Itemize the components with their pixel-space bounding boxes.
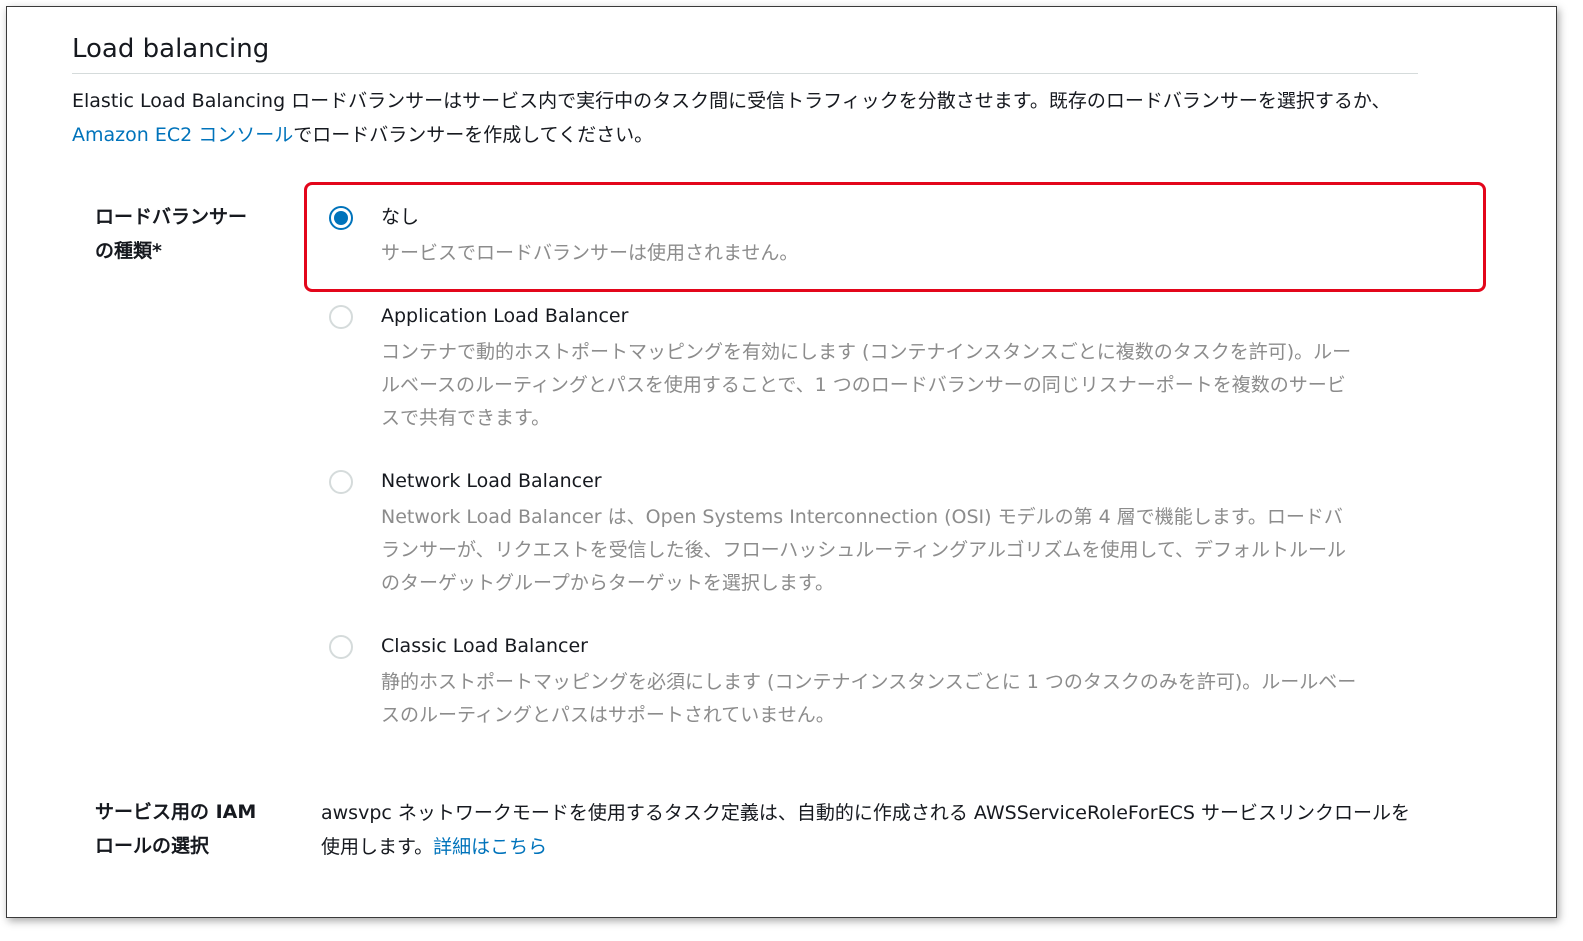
radio-application-load-balancer[interactable] <box>329 305 353 329</box>
iam-learn-more-link[interactable]: 詳細はこちら <box>433 836 547 858</box>
option-alb-description: コンテナで動的ホストポートマッピングを有効にします (コンテナインスタンスごとに… <box>381 341 1352 429</box>
option-nlb-title[interactable]: Network Load Balancer <box>381 463 602 499</box>
iam-role-label: サービス用の IAM ロールの選択 <box>95 801 257 857</box>
option-nlb-description: Network Load Balancer は、Open Systems Int… <box>381 506 1347 594</box>
option-clb-description: 静的ホストポートマッピングを必須にします (コンテナインスタンスごとに 1 つの… <box>381 671 1357 726</box>
description-text-pre: Elastic Load Balancing ロードバランサーはサービス内で実行… <box>72 90 1391 112</box>
section-title: Load balancing <box>72 34 270 64</box>
iam-role-description: awsvpc ネットワークモードを使用するタスク定義は、自動的に作成される AW… <box>321 796 1411 864</box>
section-divider <box>72 73 1418 74</box>
radio-classic-load-balancer[interactable] <box>329 635 353 659</box>
option-alb-title[interactable]: Application Load Balancer <box>381 298 628 334</box>
radio-network-load-balancer[interactable] <box>329 470 353 494</box>
section-description: Elastic Load Balancing ロードバランサーはサービス内で実行… <box>72 84 1412 152</box>
selected-option-highlight <box>304 182 1486 292</box>
load-balancing-panel: Load balancing Elastic Load Balancing ロー… <box>6 6 1557 918</box>
option-clb-title[interactable]: Classic Load Balancer <box>381 628 588 664</box>
ec2-console-link[interactable]: Amazon EC2 コンソール <box>72 124 293 146</box>
description-text-post: でロードバランサーを作成してください。 <box>293 124 654 146</box>
load-balancer-type-label: ロードバランサーの種類* <box>95 206 248 262</box>
